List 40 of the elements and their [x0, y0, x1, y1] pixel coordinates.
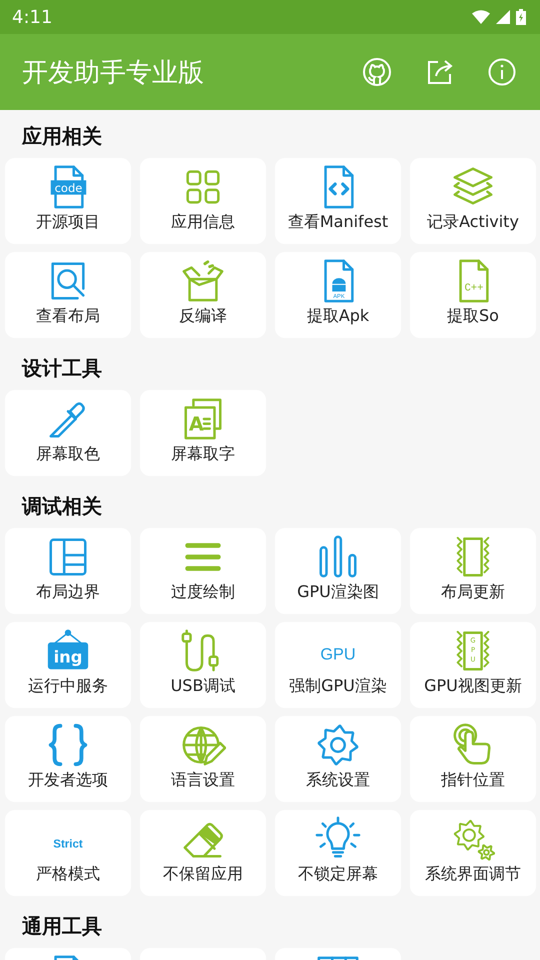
- tool-button[interactable]: A 屏幕取字: [140, 390, 266, 476]
- tool-button[interactable]: GPU渲染图: [275, 528, 401, 614]
- tool-button[interactable]: 布局边界: [5, 528, 131, 614]
- tool-button[interactable]: 系统界面调节: [410, 810, 536, 896]
- gear-icon: [315, 722, 361, 768]
- open-box-icon: [180, 258, 226, 304]
- status-time: 4:11: [12, 6, 52, 28]
- cat-icon[interactable]: [362, 57, 392, 87]
- section-heading: 通用工具: [21, 913, 103, 940]
- tool-button[interactable]: 记录Activity: [410, 158, 536, 244]
- tool-button[interactable]: ing 运行中服务: [5, 622, 131, 708]
- tool-button[interactable]: 不保留应用: [140, 810, 266, 896]
- tool-button[interactable]: 指针位置: [410, 716, 536, 802]
- battery-icon: [516, 9, 526, 25]
- word-icon: Strict: [45, 816, 91, 862]
- tool-button[interactable]: 不锁定屏幕: [275, 810, 401, 896]
- tool-button[interactable]: USB调试: [140, 622, 266, 708]
- section-heading: 设计工具: [20, 355, 103, 382]
- section-heading: 调试相关: [20, 493, 103, 520]
- tool-button[interactable]: 屏幕取色: [5, 390, 131, 476]
- info-icon[interactable]: [488, 58, 516, 86]
- section-heading: 应用相关: [20, 123, 103, 150]
- tool-button[interactable]: Strict 严格模式: [5, 810, 131, 896]
- tool-button[interactable]: 开发者选项: [5, 716, 131, 802]
- tool-button[interactable]: 应用信息: [140, 158, 266, 244]
- wifi-icon: [472, 10, 490, 24]
- tool-button[interactable]: 查看布局: [5, 252, 131, 338]
- share-icon[interactable]: [426, 58, 454, 86]
- tool-button[interactable]: 系统设置: [275, 716, 401, 802]
- tool-button[interactable]: 语言设置: [140, 716, 266, 802]
- tool-button[interactable]: 反编译: [140, 252, 266, 338]
- tool-button[interactable]: code 开源项目: [5, 158, 131, 244]
- tool-button[interactable]: 过度绘制: [140, 528, 266, 614]
- tool-button[interactable]: C++ 提取So: [410, 252, 536, 338]
- signal-icon: [496, 10, 510, 24]
- tool-button[interactable]: GPU 强制GPU渲染: [275, 622, 401, 708]
- app-title: 开发助手专业版: [22, 56, 204, 90]
- tool-button[interactable]: 布局更新: [410, 528, 536, 614]
- word-icon: GPU: [315, 628, 361, 674]
- tool-button[interactable]: 查看Manifest: [275, 158, 401, 244]
